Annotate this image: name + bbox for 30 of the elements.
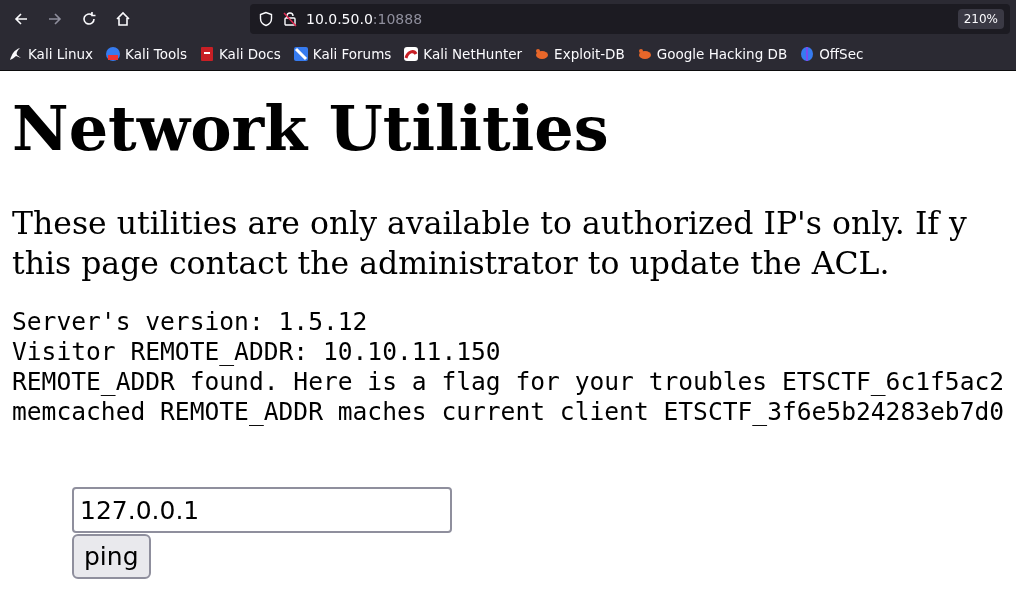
output-line: REMOTE_ADDR found. Here is a flag for your troubles ETSCTF_6c1f5ac2	[12, 367, 1004, 397]
bookmark-link[interactable]: Exploit-DB	[534, 46, 625, 62]
page-heading: Network Utilities	[12, 93, 610, 165]
address-bar[interactable]: 10.0.50.0:10888 210%	[250, 4, 1010, 34]
host-input-field[interactable]: 127.0.0.1	[72, 487, 452, 533]
zoom-level-button[interactable]: 210%	[957, 9, 1004, 29]
forward-arrow-icon	[47, 11, 63, 27]
bookmark-link[interactable]: Google Hacking DB	[636, 46, 788, 62]
insecure-lock-icon	[282, 11, 298, 27]
bug-icon	[534, 46, 551, 62]
output-line: Server's version: 1.5.12	[12, 307, 369, 337]
bookmark-link[interactable]: Kali Docs	[199, 46, 281, 62]
bookmark-link[interactable]: Kali Forums	[292, 46, 392, 62]
shield-icon	[258, 11, 274, 27]
output-line: Visitor REMOTE_ADDR: 10.10.11.150	[12, 337, 502, 367]
bug-icon	[636, 46, 653, 62]
back-arrow-icon	[13, 11, 29, 27]
house-icon	[115, 11, 131, 27]
reload-icon	[81, 11, 97, 27]
output-line: memcached REMOTE_ADDR maches current client ETSCTF_3f6e5b24283eb7d0	[12, 397, 1004, 427]
ping-button[interactable]: ping	[72, 534, 151, 579]
url-text: 10.0.50.0:10888	[306, 11, 423, 27]
bookmark-link[interactable]: Kali Linux	[8, 46, 94, 62]
bookmark-link[interactable]: OffSec	[799, 46, 864, 62]
bookmark-link[interactable]: Kali Tools	[105, 46, 187, 62]
intro-text: this page contact the administrator to update the ACL.	[12, 244, 891, 283]
document-icon	[199, 46, 215, 62]
forum-icon	[292, 46, 309, 62]
bookmark-link[interactable]: Kali NetHunter	[403, 46, 523, 62]
intro-text: These utilities are only available to authorized IP's only. If y	[12, 204, 968, 243]
